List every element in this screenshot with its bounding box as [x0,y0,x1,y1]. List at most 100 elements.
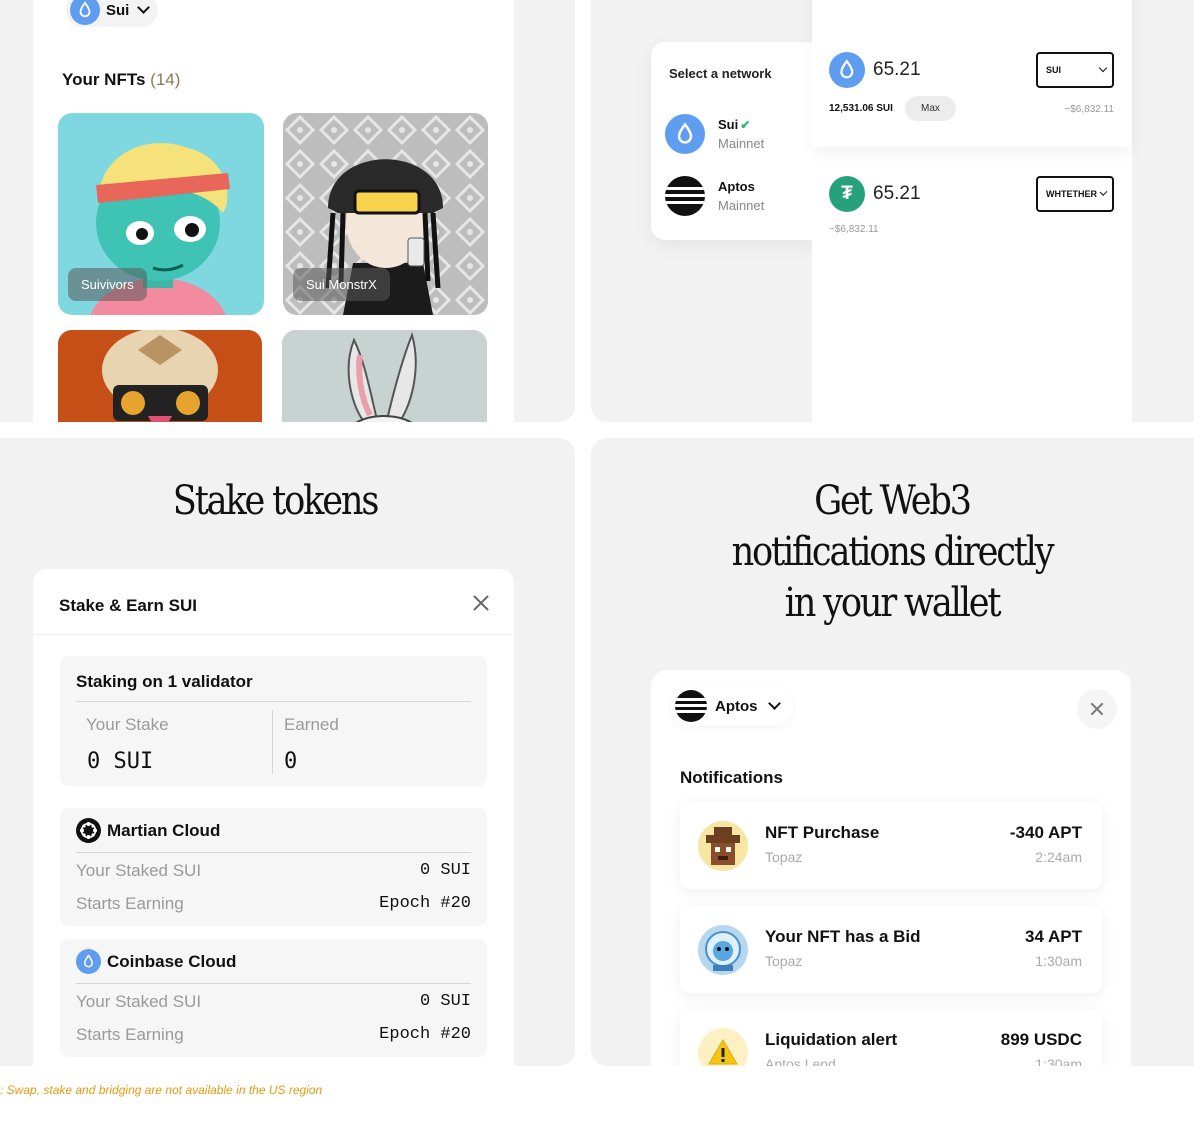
network-sub: Mainnet [718,198,765,213]
divider [76,701,471,702]
staked-label: Your Staked SUI [76,861,202,880]
earning-label: Starts Earning [76,1025,184,1044]
notifications-panel: Get Web3 notifications directly in your … [591,438,1194,1066]
stake-card: Stake & Earn SUI Staking on 1 validator … [33,569,514,1066]
earned-label: Earned [284,715,339,734]
notifications-card: Aptos Notifications NFT Purchase Topaz -… [651,670,1131,1066]
network-sub: Mainnet [718,136,765,151]
notification-source: Aptos Lend [765,1056,836,1066]
sui-logo-icon [665,114,705,154]
nft-avatar-icon [698,925,748,975]
validator-coinbase-cloud[interactable]: Coinbase Cloud Your Staked SUI 0 SUI Sta… [60,939,487,1057]
validator-name-text: Coinbase Cloud [107,951,237,971]
warning-icon [698,1028,748,1066]
stake-card-title: Stake & Earn SUI [59,596,197,615]
chevron-down-icon [1099,187,1108,196]
network-label: Aptos [715,697,758,715]
validator-martian-cloud[interactable]: Martian Cloud Your Staked SUI 0 SUI Star… [60,808,487,926]
close-icon[interactable] [473,595,489,611]
divider [33,634,514,635]
staked-label: Your Staked SUI [76,992,202,1011]
chevron-down-icon [137,1,151,14]
nfts-title-text: Your NFTs [62,70,146,89]
network-selector[interactable]: Sui [66,0,159,27]
network-label: Sui [106,1,130,19]
validator-name-text: Martian Cloud [107,820,221,840]
to-token-select[interactable]: WHTETHER [1036,176,1114,212]
earning-value: Epoch #20 [379,1025,471,1044]
notification-item[interactable]: NFT Purchase Topaz -340 APT 2:24am [680,802,1102,889]
validator-name: Coinbase Cloud [76,949,236,974]
notification-title: Liquidation alert [765,1030,898,1049]
nft-card-3[interactable] [58,330,262,422]
notification-item[interactable]: Liquidation alert Aptos Lend 899 USDC 1:… [680,1009,1102,1066]
from-token-select[interactable]: SUI [1036,52,1114,88]
heading-line: Get Web3 [814,478,972,524]
coinbase-cloud-logo-icon [76,949,101,974]
divider [272,710,273,774]
earned-value: 0 [284,749,298,774]
network-panel: Select a network Sui ✔ Mainnet Aptos Main… [591,0,1194,422]
divider [76,983,471,984]
heading-line: in your wallet [784,580,1002,626]
notification-source: Topaz [765,953,803,969]
nft-card-4[interactable] [282,330,487,422]
nfts-panel: Sui Your NFTs (14) Suivivors Sui MonstrX [0,0,575,422]
validator-name: Martian Cloud [76,818,220,843]
network-name-text: Sui [718,117,739,132]
close-button[interactable] [1077,689,1117,729]
sui-logo-icon [829,52,865,88]
max-button[interactable]: Max [905,96,956,121]
nfts-card: Sui Your NFTs (14) Suivivors Sui MonstrX [33,0,514,422]
notification-time: 2:24am [1035,849,1082,865]
your-stake-label: Your Stake [86,715,169,734]
network-selector[interactable]: Aptos [671,686,793,726]
swap-card: 65.21 SUI 12,531.06 SUI Max ~$6,832.11 ₮… [812,0,1132,422]
network-name: Aptos [718,179,755,194]
notification-amount: 34 APT [1024,927,1082,946]
swap-from-section: 65.21 SUI 12,531.06 SUI Max ~$6,832.11 [812,0,1132,147]
nft-collection-tag: Suivivors [68,268,147,301]
to-usd: ~$6,832.11 [829,224,879,235]
to-token-row: ₮ 65.21 [829,176,921,212]
region-footnote: : Swap, stake and bridging are not avail… [0,1083,323,1097]
tether-logo-icon: ₮ [829,176,865,212]
staked-value: 0 SUI [419,992,471,1011]
to-token-label: WHTETHER [1046,189,1097,199]
stake-heading: Stake tokens [172,478,380,524]
chevron-down-icon [767,697,781,710]
notification-time: 1:30am [1035,953,1082,969]
martian-logo-icon [76,818,101,843]
close-icon [1089,701,1105,717]
heading-line: notifications directly [731,529,1055,575]
nft-avatar-icon [698,821,748,871]
nft-image [58,330,262,422]
nft-image [282,330,487,422]
notification-title: NFT Purchase [765,823,880,842]
your-stake-value: 0 SUI [87,749,154,774]
nft-card-suivivors[interactable]: Suivivors [58,113,264,315]
notification-item[interactable]: Your NFT has a Bid Topaz 34 APT 1:30am [680,906,1102,993]
summary-title: Staking on 1 validator [76,672,253,691]
nfts-count: (14) [150,70,181,89]
popover-title: Select a network [669,66,772,81]
chevron-down-icon [1098,63,1108,72]
to-amount: 65.21 [873,183,921,204]
notification-source: Topaz [765,849,803,865]
from-usd: ~$6,832.11 [1064,104,1114,115]
earning-value: Epoch #20 [379,894,471,913]
nft-card-sui-monstrx[interactable]: Sui MonstrX [283,113,488,315]
notification-title: Your NFT has a Bid [765,927,921,946]
stake-panel: Stake tokens Stake & Earn SUI Staking on… [0,438,575,1066]
notification-amount: 899 USDC [1000,1030,1082,1049]
nfts-title: Your NFTs (14) [62,70,180,90]
sui-logo-icon [70,0,100,25]
notifications-heading: Get Web3 notifications directly in your … [712,476,1073,629]
notification-amount: -340 APT [1009,823,1082,842]
from-amount[interactable]: 65.21 [873,59,921,81]
network-option-sui[interactable]: Sui ✔ Mainnet [665,114,764,154]
divider [76,852,471,853]
network-option-aptos[interactable]: Aptos Mainnet [665,176,764,216]
aptos-logo-icon [675,690,707,722]
aptos-logo-icon [665,176,705,216]
